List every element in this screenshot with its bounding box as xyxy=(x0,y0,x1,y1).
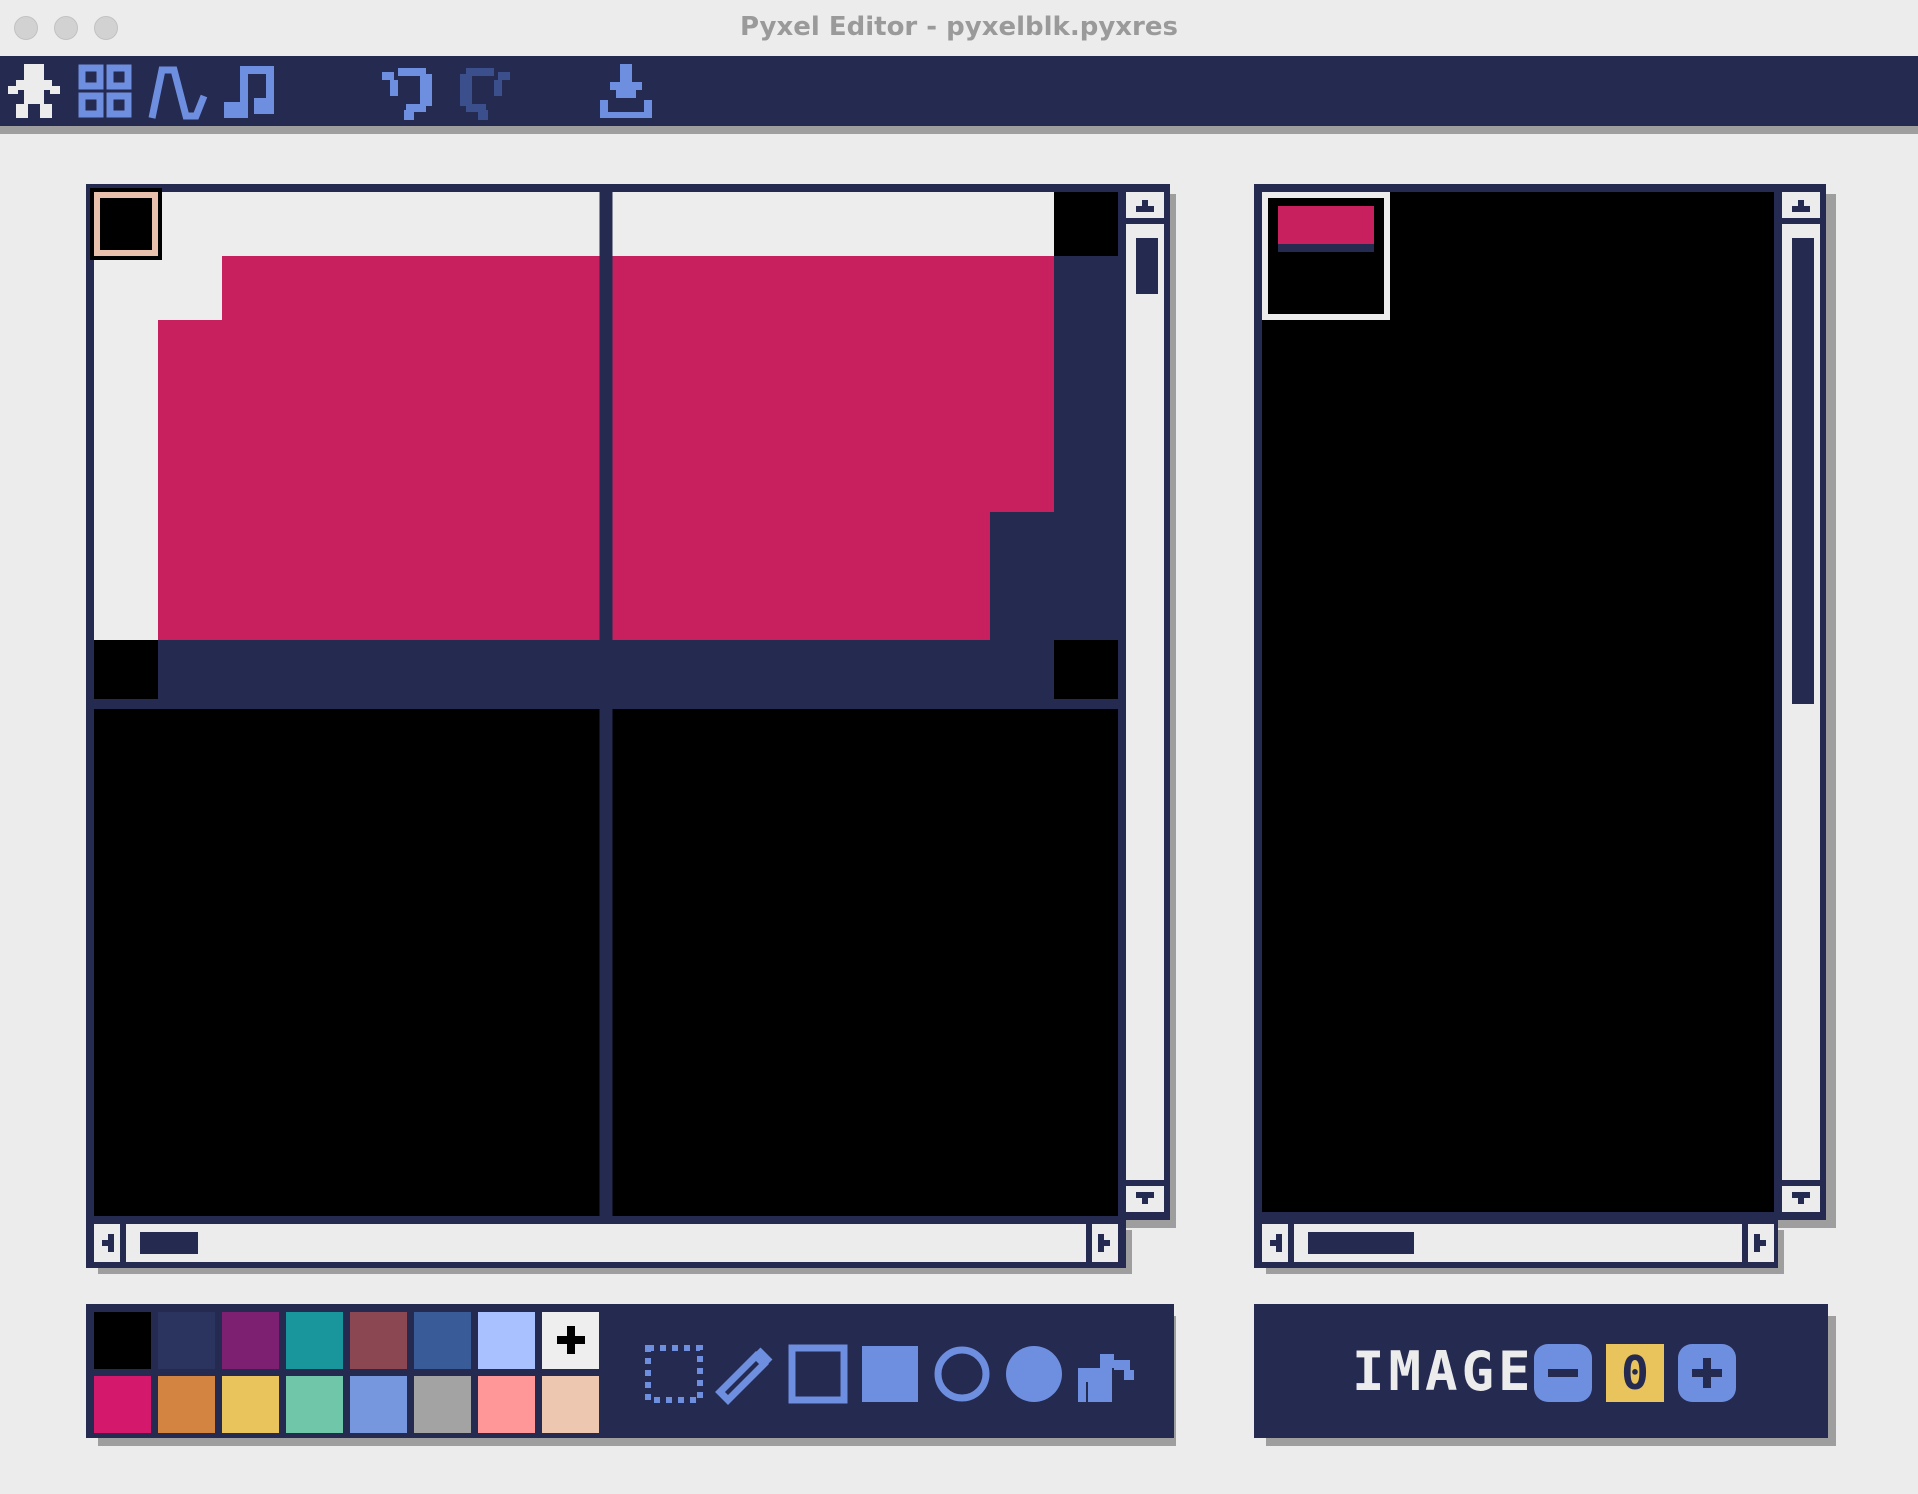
palette-color-13[interactable] xyxy=(414,1376,471,1433)
palette-color-12[interactable] xyxy=(350,1376,407,1433)
image-label: IMAGE xyxy=(1352,1340,1535,1403)
bank-scroll-right-arrow-icon[interactable] xyxy=(1742,1224,1774,1262)
canvas-vertical-scrollbar[interactable] xyxy=(1126,192,1164,1212)
image-decrement-button[interactable] xyxy=(1534,1344,1592,1402)
palette-color-2[interactable] xyxy=(222,1312,279,1369)
tilemap-editor-icon[interactable] xyxy=(76,60,136,122)
scroll-left-arrow-icon[interactable] xyxy=(94,1224,126,1262)
rect-outline-tool-icon[interactable] xyxy=(786,1342,850,1406)
palette-color-0[interactable] xyxy=(94,1312,151,1369)
select-tool-icon[interactable] xyxy=(642,1342,706,1406)
scroll-right-arrow-icon[interactable] xyxy=(1086,1224,1118,1262)
bucket-fill-tool-icon[interactable] xyxy=(1074,1342,1138,1406)
image-bank-selection[interactable] xyxy=(1262,192,1390,320)
palette-color-8[interactable] xyxy=(94,1376,151,1433)
bank-horizontal-scroll-thumb[interactable] xyxy=(1308,1232,1414,1254)
undo-icon[interactable] xyxy=(380,60,440,122)
palette-color-11[interactable] xyxy=(286,1376,343,1433)
image-bank-view[interactable] xyxy=(1262,192,1774,1212)
palette-color-5[interactable] xyxy=(414,1312,471,1369)
canvas-horizontal-scrollbar[interactable] xyxy=(94,1224,1118,1262)
music-editor-icon[interactable] xyxy=(220,60,280,122)
palette-color-10[interactable] xyxy=(222,1376,279,1433)
circle-outline-tool-icon[interactable] xyxy=(930,1342,994,1406)
palette-color-4[interactable] xyxy=(350,1312,407,1369)
palette-color-1[interactable] xyxy=(158,1312,215,1369)
palette-color-15[interactable] xyxy=(542,1376,599,1433)
circle-fill-tool-icon[interactable] xyxy=(1002,1342,1066,1406)
palette-color-14[interactable] xyxy=(478,1376,535,1433)
sound-editor-icon[interactable] xyxy=(148,60,208,122)
toolbar-shadow xyxy=(0,126,1918,134)
palette-color-6[interactable] xyxy=(478,1312,535,1369)
window-titlebar: Pyxel Editor - pyxelblk.pyxres xyxy=(0,0,1918,57)
bank-vertical-scroll-thumb[interactable] xyxy=(1792,238,1814,704)
window-title: Pyxel Editor - pyxelblk.pyxres xyxy=(740,12,1178,42)
pen-tool-icon[interactable] xyxy=(714,1342,778,1406)
image-increment-button[interactable] xyxy=(1678,1344,1736,1402)
redo-icon[interactable] xyxy=(452,60,512,122)
save-icon[interactable] xyxy=(596,60,656,122)
bank-scroll-left-arrow-icon[interactable] xyxy=(1262,1224,1294,1262)
sprite-edit-canvas[interactable] xyxy=(94,192,1118,1216)
scroll-up-arrow-icon[interactable] xyxy=(1126,192,1164,224)
sprite-editor-icon[interactable] xyxy=(4,60,64,122)
image-number-display: 0 xyxy=(1606,1344,1664,1402)
rect-fill-tool-icon[interactable] xyxy=(858,1342,922,1406)
canvas-selection-cursor xyxy=(90,188,162,260)
selected-color-plus-icon xyxy=(557,1326,585,1354)
canvas-horizontal-scroll-thumb[interactable] xyxy=(140,1232,198,1254)
scroll-down-arrow-icon[interactable] xyxy=(1126,1180,1164,1212)
bank-scroll-up-arrow-icon[interactable] xyxy=(1782,192,1820,224)
editor-toolbar xyxy=(0,56,1918,126)
canvas-vertical-scroll-thumb[interactable] xyxy=(1136,238,1158,294)
palette-color-9[interactable] xyxy=(158,1376,215,1433)
palette-color-7[interactable] xyxy=(542,1312,599,1369)
bank-scroll-down-arrow-icon[interactable] xyxy=(1782,1180,1820,1212)
palette-color-3[interactable] xyxy=(286,1312,343,1369)
